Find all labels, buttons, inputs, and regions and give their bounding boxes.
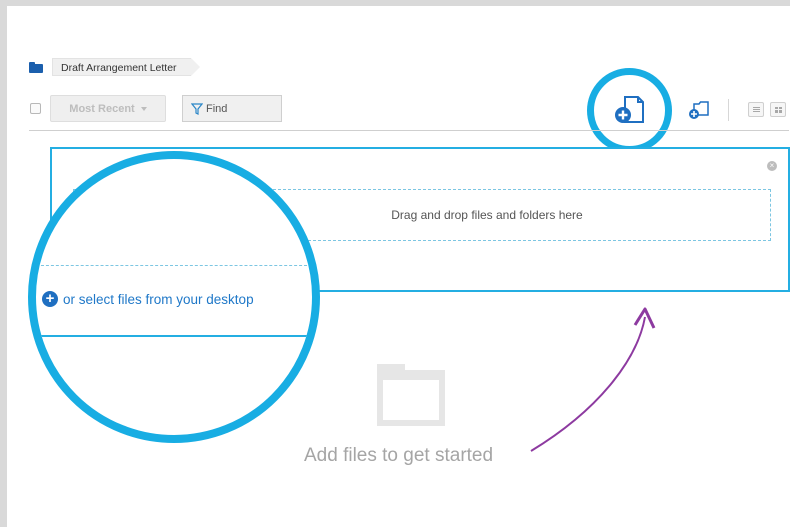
breadcrumb: Draft Arrangement Letter [29, 58, 200, 76]
select-files-text: or select files from your desktop [63, 291, 254, 307]
toolbar-divider [29, 130, 789, 131]
folder-icon [29, 61, 43, 73]
empty-state-message: Add files to get started [304, 445, 494, 466]
add-folder-icon [689, 101, 709, 119]
select-all-checkbox[interactable] [30, 103, 41, 114]
list-view-button[interactable] [748, 102, 764, 117]
list-icon [752, 107, 760, 112]
close-icon[interactable]: × [767, 161, 777, 171]
upload-file-button[interactable] [587, 68, 672, 153]
dropzone-edge [36, 265, 312, 266]
breadcrumb-item[interactable]: Draft Arrangement Letter [52, 58, 200, 76]
toolbar-separator [728, 99, 729, 121]
add-file-icon [614, 95, 644, 123]
magnifier-callout: + or select files from your desktop [28, 151, 320, 443]
sort-dropdown[interactable]: Most Recent [50, 95, 166, 122]
app-frame: Draft Arrangement Letter Most Recent Fin… [0, 0, 790, 527]
filter-icon [191, 102, 203, 115]
dropzone-text: Drag and drop files and folders here [391, 208, 583, 222]
panel-edge [36, 335, 312, 337]
chevron-down-icon [140, 106, 147, 111]
select-files-link[interactable]: + or select files from your desktop [42, 291, 254, 307]
annotation-arrow [530, 307, 656, 452]
find-label: Find [206, 102, 228, 115]
empty-folder-icon [377, 364, 445, 426]
grid-icon [774, 106, 782, 113]
grid-view-button[interactable] [770, 102, 786, 117]
sort-label: Most Recent [69, 102, 135, 115]
find-filter-button[interactable]: Find [182, 95, 282, 122]
new-folder-button[interactable] [687, 100, 709, 125]
plus-circle-icon: + [42, 291, 58, 307]
